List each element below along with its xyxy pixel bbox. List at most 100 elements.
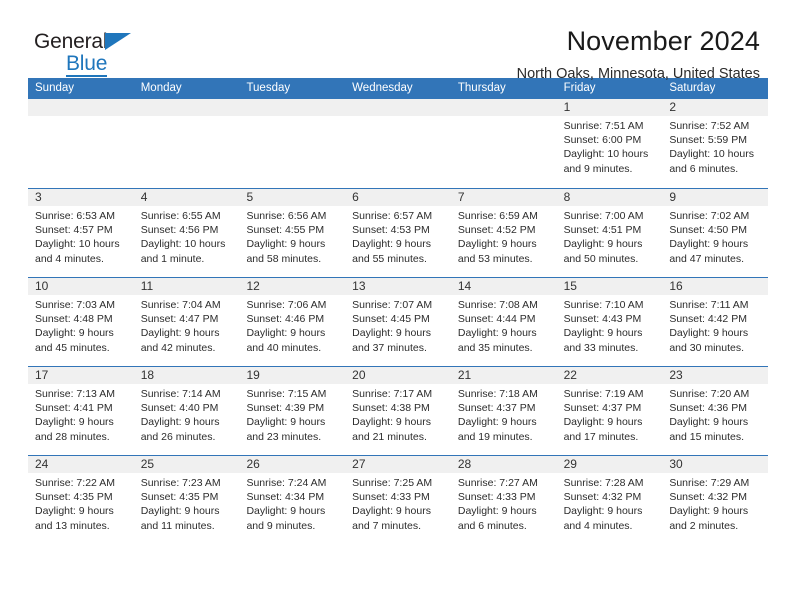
- calendar-day-cell[interactable]: 20 Sunrise: 7:17 AM Sunset: 4:38 PM Dayligh…: [345, 367, 451, 455]
- daylight-duration-line1: Daylight: 9 hours: [669, 505, 749, 518]
- daylight-duration-line2: and 7 minutes.: [352, 519, 422, 532]
- sunrise-time: Sunrise: 7:22 AM: [35, 477, 115, 489]
- calendar-day-cell[interactable]: 30 Sunrise: 7:29 AM Sunset: 4:32 PM Dayligh…: [662, 456, 768, 544]
- sunrise-time: Sunrise: 7:18 AM: [457, 388, 538, 400]
- weekday-header-saturday: Saturday: [669, 82, 716, 94]
- daylight-duration-line1: Daylight: 9 hours: [457, 505, 537, 518]
- sunrise-time: Sunrise: 7:20 AM: [669, 388, 750, 400]
- sunset-time: Sunset: 4:33 PM: [352, 491, 430, 504]
- calendar-day-cell[interactable]: 26 Sunrise: 7:24 AM Sunset: 4:34 PM Dayligh…: [239, 456, 345, 544]
- sunrise-time: Sunrise: 7:07 AM: [352, 299, 433, 311]
- day-sun-info: Sunrise: 7:02 AM Sunset: 4:50 PM Daylight:…: [669, 209, 762, 266]
- daylight-duration-line1: Daylight: 9 hours: [352, 327, 431, 340]
- calendar-day-cell[interactable]: 7 Sunrise: 6:59 AM Sunset: 4:52 PM Daylight…: [451, 189, 557, 277]
- day-sun-info: Sunrise: 7:00 AM Sunset: 4:51 PM Daylight:…: [564, 209, 657, 266]
- daylight-duration-line1: Daylight: 9 hours: [246, 238, 326, 251]
- calendar-weeks: 1 Sunrise: 7:51 AM Sunset: 6:00 PM Daylight…: [28, 99, 768, 544]
- daylight-duration-line1: Daylight: 9 hours: [140, 327, 220, 340]
- sunrise-time: Sunrise: 7:17 AM: [352, 388, 433, 400]
- daylight-duration-line1: Daylight: 9 hours: [35, 327, 114, 340]
- calendar-day-cell[interactable]: 29 Sunrise: 7:28 AM Sunset: 4:32 PM Dayligh…: [557, 456, 663, 544]
- calendar-day-cell[interactable]: 23 Sunrise: 7:20 AM Sunset: 4:36 PM Dayligh…: [662, 367, 768, 455]
- day-sun-info: Sunrise: 7:52 AM Sunset: 5:59 PM Daylight:…: [669, 119, 762, 176]
- sunset-time: Sunset: 4:42 PM: [669, 313, 747, 326]
- calendar-week-row: 10 Sunrise: 7:03 AM Sunset: 4:48 PM Dayligh…: [28, 277, 768, 366]
- day-sun-info: Sunrise: 7:10 AM Sunset: 4:43 PM Daylight:…: [564, 298, 657, 355]
- generalblue-logo[interactable]: General Blue: [34, 26, 132, 77]
- calendar-day-cell[interactable]: 19 Sunrise: 7:15 AM Sunset: 4:39 PM Dayligh…: [239, 367, 345, 455]
- day-number: 23: [669, 368, 683, 382]
- daylight-duration-line1: Daylight: 10 hours: [669, 148, 754, 161]
- calendar-day-cell[interactable]: 4 Sunrise: 6:55 AM Sunset: 4:56 PM Daylight…: [134, 189, 240, 277]
- calendar-day-cell[interactable]: 13 Sunrise: 7:07 AM Sunset: 4:45 PM Dayligh…: [345, 278, 451, 366]
- calendar-day-cell[interactable]: 14 Sunrise: 7:08 AM Sunset: 4:44 PM Dayligh…: [451, 278, 557, 366]
- calendar-day-cell[interactable]: 22 Sunrise: 7:19 AM Sunset: 4:37 PM Dayligh…: [557, 367, 663, 455]
- day-number: 25: [140, 457, 155, 471]
- calendar-day-cell[interactable]: 2 Sunrise: 7:52 AM Sunset: 5:59 PM Daylight…: [662, 99, 768, 188]
- day-sun-info: Sunrise: 7:22 AM Sunset: 4:35 PM Daylight:…: [35, 476, 128, 533]
- calendar-grid: Sunday Monday Tuesday Wednesday Thursday…: [28, 78, 768, 544]
- calendar-day-cell[interactable]: 8 Sunrise: 7:00 AM Sunset: 4:51 PM Daylight…: [557, 189, 663, 277]
- day-sun-info: Sunrise: 7:20 AM Sunset: 4:36 PM Daylight:…: [669, 387, 762, 444]
- day-number: 19: [246, 368, 260, 382]
- sunrise-time: Sunrise: 7:51 AM: [563, 120, 644, 132]
- day-number: 27: [352, 457, 366, 471]
- daylight-duration-line1: Daylight: 9 hours: [457, 327, 537, 340]
- calendar-day-cell[interactable]: 6 Sunrise: 6:57 AM Sunset: 4:53 PM Daylight…: [345, 189, 451, 277]
- sunset-time: Sunset: 4:34 PM: [246, 491, 325, 504]
- day-number: 30: [669, 457, 683, 471]
- day-number: 9: [669, 190, 676, 204]
- sunrise-time: Sunrise: 7:19 AM: [563, 388, 644, 400]
- day-number: 8: [563, 190, 571, 204]
- sunrise-time: Sunrise: 7:28 AM: [563, 477, 644, 489]
- daylight-duration-line2: and 58 minutes.: [246, 252, 322, 265]
- sunset-time: Sunset: 4:44 PM: [457, 313, 536, 326]
- calendar-day-cell-empty: [345, 99, 451, 188]
- day-sun-info: Sunrise: 6:57 AM Sunset: 4:53 PM Daylight:…: [352, 209, 445, 266]
- sunset-time: Sunset: 4:52 PM: [457, 224, 536, 237]
- day-sun-info: Sunrise: 7:29 AM Sunset: 4:32 PM Daylight:…: [669, 476, 762, 533]
- daylight-duration-line2: and 42 minutes.: [140, 341, 216, 354]
- day-number: 26: [246, 457, 260, 471]
- calendar-day-cell[interactable]: 25 Sunrise: 7:23 AM Sunset: 4:35 PM Dayligh…: [134, 456, 240, 544]
- day-sun-info: Sunrise: 6:55 AM Sunset: 4:56 PM Daylight:…: [141, 209, 234, 266]
- calendar-week-row: 3 Sunrise: 6:53 AM Sunset: 4:57 PM Daylight…: [28, 188, 768, 277]
- calendar-day-cell[interactable]: 21 Sunrise: 7:18 AM Sunset: 4:37 PM Dayligh…: [451, 367, 557, 455]
- calendar-day-cell[interactable]: 17 Sunrise: 7:13 AM Sunset: 4:41 PM Dayligh…: [28, 367, 134, 455]
- day-number: 13: [352, 279, 366, 293]
- logo-word-general: General: [34, 30, 108, 53]
- sunrise-time: Sunrise: 7:08 AM: [457, 299, 538, 311]
- sunset-time: Sunset: 4:45 PM: [352, 313, 430, 326]
- daylight-duration-line2: and 4 minutes.: [35, 252, 104, 265]
- calendar-day-cell[interactable]: 10 Sunrise: 7:03 AM Sunset: 4:48 PM Dayligh…: [28, 278, 134, 366]
- daylight-duration-line2: and 13 minutes.: [35, 519, 110, 532]
- daylight-duration-line1: Daylight: 9 hours: [669, 238, 749, 251]
- calendar-day-cell[interactable]: 16 Sunrise: 7:11 AM Sunset: 4:42 PM Dayligh…: [662, 278, 768, 366]
- daylight-duration-line2: and 6 minutes.: [669, 162, 739, 175]
- daylight-duration-line2: and 55 minutes.: [352, 252, 427, 265]
- day-sun-info: Sunrise: 7:17 AM Sunset: 4:38 PM Daylight:…: [352, 387, 445, 444]
- day-sun-info: Sunrise: 7:24 AM Sunset: 4:34 PM Daylight:…: [246, 476, 339, 533]
- calendar-day-cell[interactable]: 28 Sunrise: 7:27 AM Sunset: 4:33 PM Dayligh…: [451, 456, 557, 544]
- sunrise-time: Sunrise: 7:23 AM: [140, 477, 221, 489]
- calendar-day-cell[interactable]: 15 Sunrise: 7:10 AM Sunset: 4:43 PM Dayligh…: [557, 278, 663, 366]
- sunset-time: Sunset: 4:46 PM: [246, 313, 325, 326]
- calendar-day-cell[interactable]: 5 Sunrise: 6:56 AM Sunset: 4:55 PM Daylight…: [239, 189, 345, 277]
- calendar-day-cell[interactable]: 27 Sunrise: 7:25 AM Sunset: 4:33 PM Dayligh…: [345, 456, 451, 544]
- calendar-day-cell[interactable]: 3 Sunrise: 6:53 AM Sunset: 4:57 PM Daylight…: [28, 189, 134, 277]
- day-sun-info: Sunrise: 7:23 AM Sunset: 4:35 PM Daylight:…: [141, 476, 234, 533]
- calendar-day-cell[interactable]: 1 Sunrise: 7:51 AM Sunset: 6:00 PM Daylight…: [557, 99, 663, 188]
- day-sun-info: Sunrise: 7:28 AM Sunset: 4:32 PM Daylight:…: [564, 476, 657, 533]
- day-number: 20: [352, 368, 366, 382]
- sunset-time: Sunset: 4:57 PM: [35, 224, 113, 237]
- sunset-time: Sunset: 4:36 PM: [669, 402, 747, 415]
- calendar-day-cell[interactable]: 11 Sunrise: 7:04 AM Sunset: 4:47 PM Dayligh…: [134, 278, 240, 366]
- day-sun-info: Sunrise: 7:51 AM Sunset: 6:00 PM Daylight:…: [564, 119, 657, 176]
- calendar-day-cell[interactable]: 12 Sunrise: 7:06 AM Sunset: 4:46 PM Dayligh…: [239, 278, 345, 366]
- day-sun-info: Sunrise: 7:08 AM Sunset: 4:44 PM Daylight:…: [458, 298, 551, 355]
- sunrise-time: Sunrise: 7:03 AM: [35, 299, 115, 311]
- calendar-day-cell[interactable]: 9 Sunrise: 7:02 AM Sunset: 4:50 PM Daylight…: [662, 189, 768, 277]
- calendar-day-cell[interactable]: 18 Sunrise: 7:14 AM Sunset: 4:40 PM Dayligh…: [134, 367, 240, 455]
- calendar-day-cell[interactable]: 24 Sunrise: 7:22 AM Sunset: 4:35 PM Dayligh…: [28, 456, 134, 544]
- sunrise-time: Sunrise: 7:14 AM: [140, 388, 221, 400]
